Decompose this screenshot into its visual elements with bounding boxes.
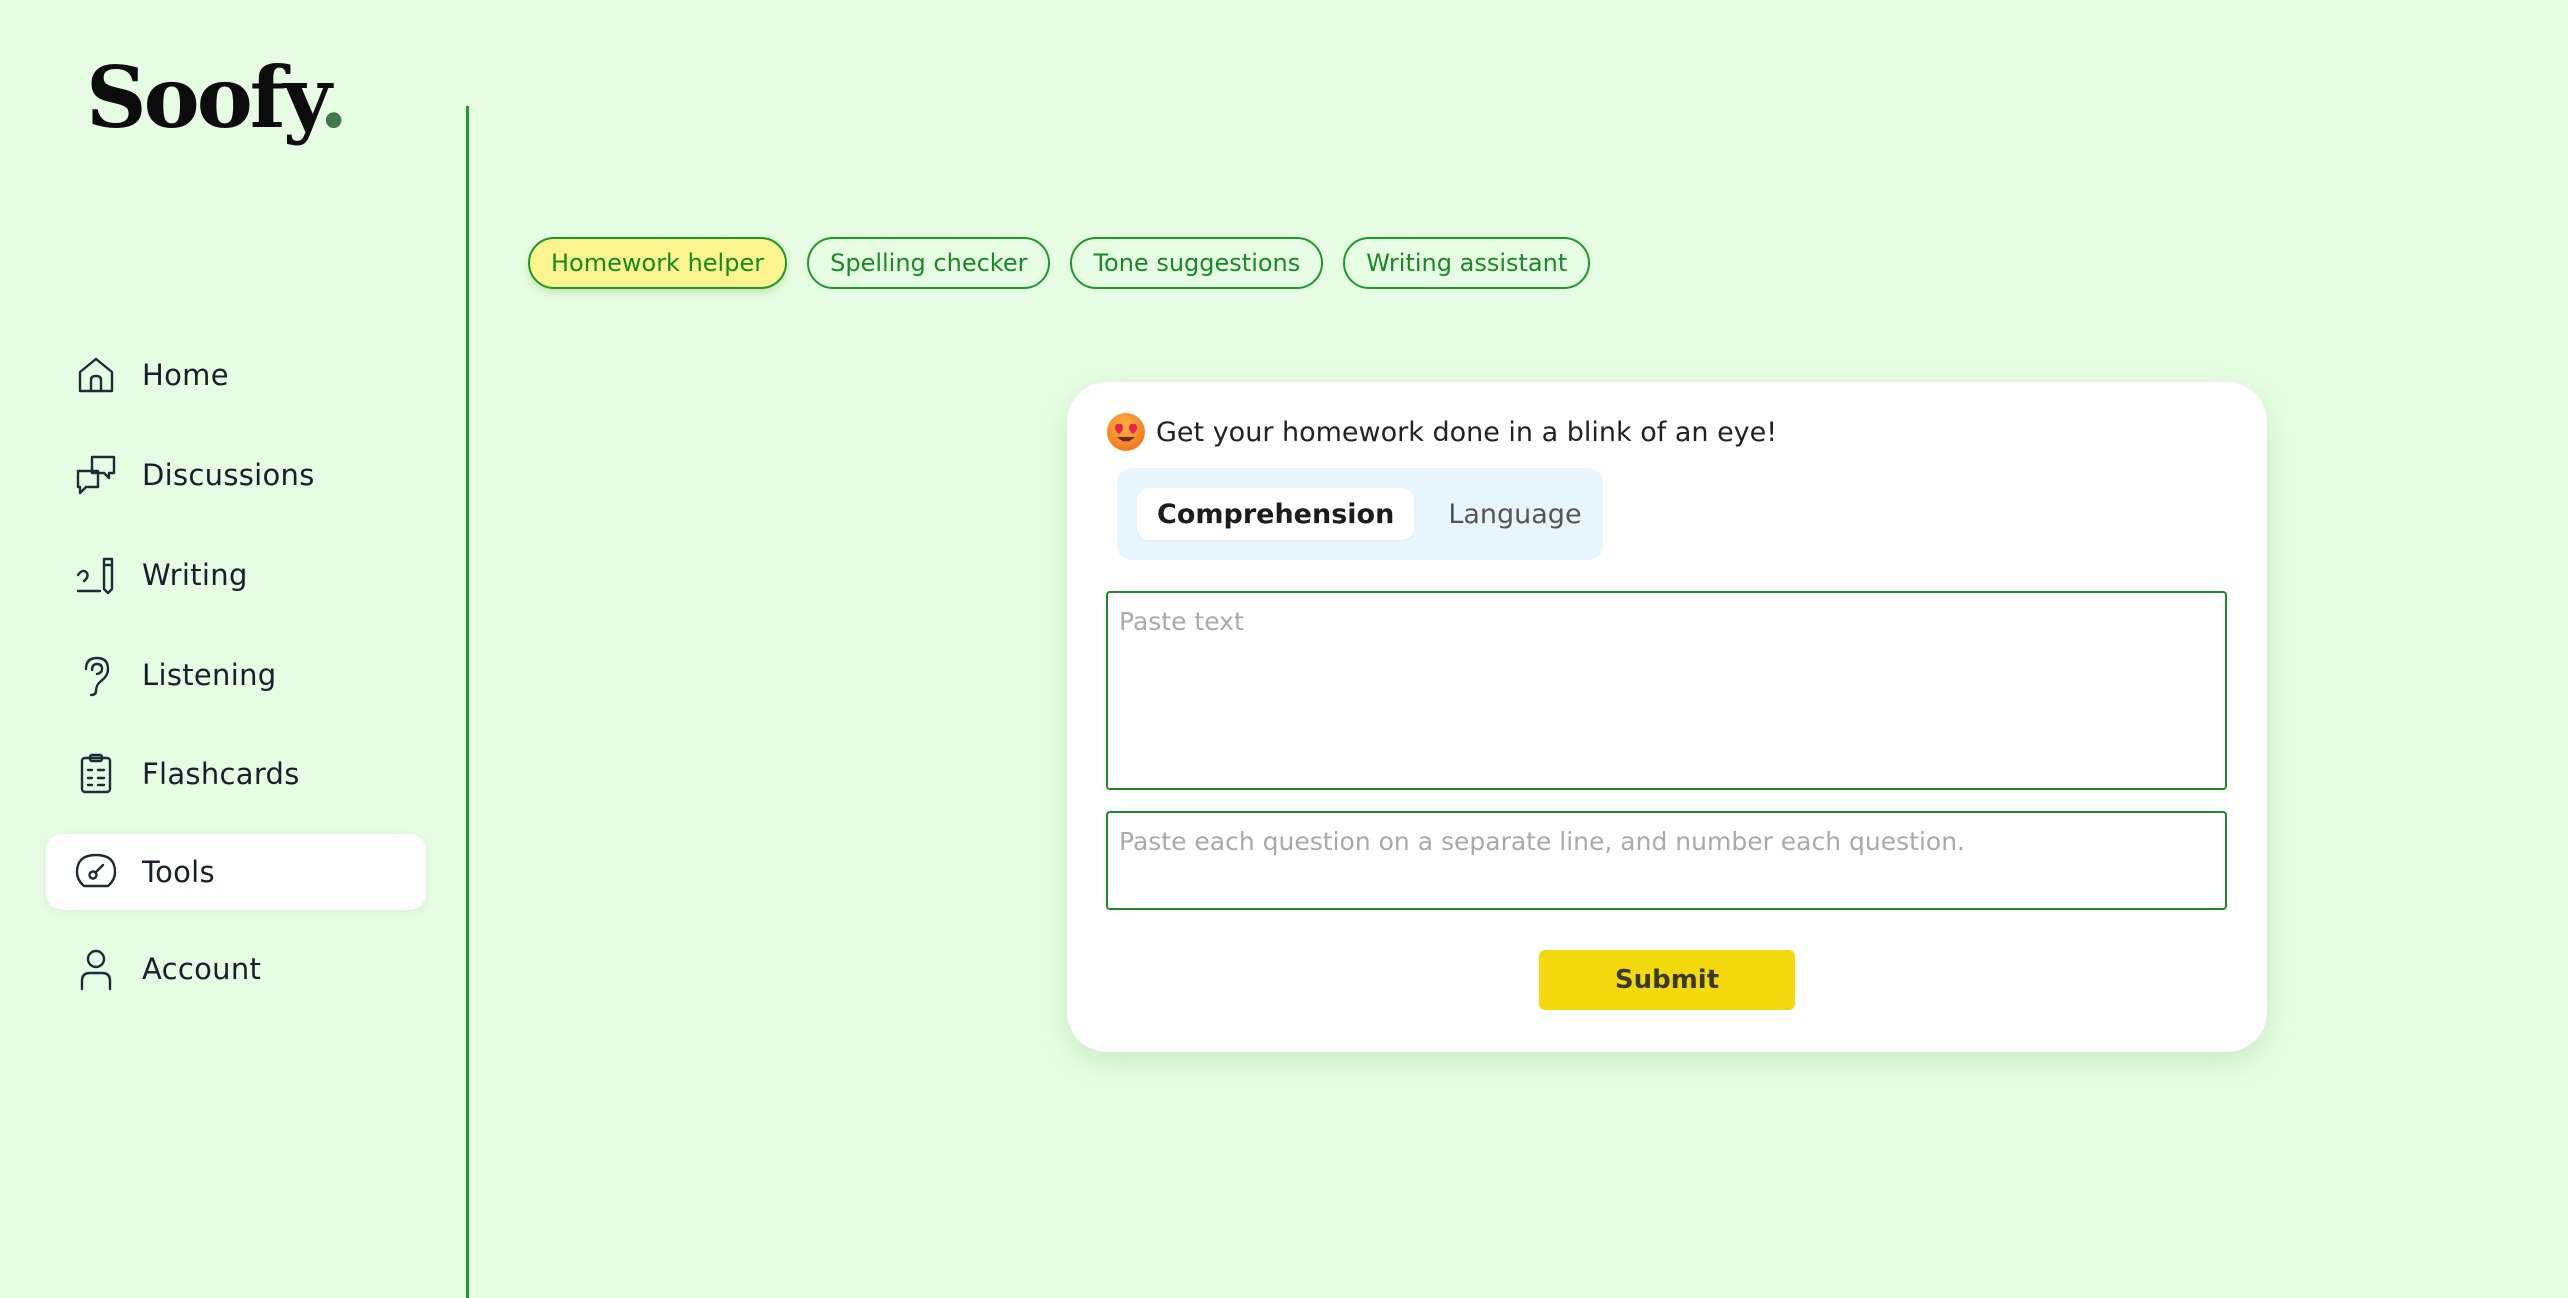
- star-struck-face-icon: [1107, 413, 1145, 451]
- sidebar-item-label: Tools: [142, 855, 215, 889]
- ear-icon: [74, 653, 118, 697]
- pen-writing-icon: [74, 553, 118, 597]
- sidebar-item-writing[interactable]: Writing: [46, 537, 426, 613]
- submit-button[interactable]: Submit: [1539, 950, 1795, 1010]
- sidebar-item-flashcards[interactable]: Flashcards: [46, 736, 426, 812]
- tool-chips: Homework helper Spelling checker Tone su…: [528, 237, 1591, 289]
- chip-spelling-checker[interactable]: Spelling checker: [807, 237, 1051, 289]
- sidebar-item-tools[interactable]: Tools: [46, 834, 426, 910]
- chip-homework-helper[interactable]: Homework helper: [528, 237, 788, 289]
- brand-name: Soofy: [86, 48, 322, 147]
- mode-comprehension-button[interactable]: Comprehension: [1137, 488, 1415, 540]
- sidebar-item-account[interactable]: Account: [46, 931, 426, 1007]
- sidebar-divider: [466, 106, 469, 1298]
- sidebar-item-label: Flashcards: [142, 757, 300, 791]
- chat-bubbles-icon: [74, 453, 118, 497]
- mode-toggle: Comprehension Language: [1117, 468, 1603, 560]
- sidebar-item-home[interactable]: Home: [46, 337, 426, 413]
- brand-dot: .: [319, 48, 348, 147]
- mode-language-button[interactable]: Language: [1428, 488, 1601, 540]
- chip-writing-assistant[interactable]: Writing assistant: [1343, 237, 1591, 289]
- sidebar-item-label: Writing: [142, 558, 248, 592]
- card-header: Get your homework done in a blink of an …: [1106, 412, 1777, 452]
- sidebar-item-label: Discussions: [142, 458, 315, 492]
- paste-text-input[interactable]: [1106, 591, 2227, 790]
- clipboard-list-icon: [74, 752, 118, 796]
- gauge-icon: [74, 850, 118, 894]
- sidebar-item-label: Account: [142, 952, 262, 986]
- sidebar-item-label: Home: [142, 358, 229, 392]
- homework-helper-card: Get your homework done in a blink of an …: [1067, 382, 2267, 1052]
- user-icon: [74, 947, 118, 991]
- sidebar-item-listening[interactable]: Listening: [46, 637, 426, 713]
- chip-tone-suggestions[interactable]: Tone suggestions: [1070, 237, 1324, 289]
- sidebar-item-discussions[interactable]: Discussions: [46, 437, 426, 513]
- brand-logo[interactable]: Soofy.: [86, 56, 348, 140]
- home-icon: [74, 353, 118, 397]
- sidebar-item-label: Listening: [142, 658, 277, 692]
- card-title: Get your homework done in a blink of an …: [1156, 416, 1778, 448]
- questions-input[interactable]: [1106, 811, 2227, 910]
